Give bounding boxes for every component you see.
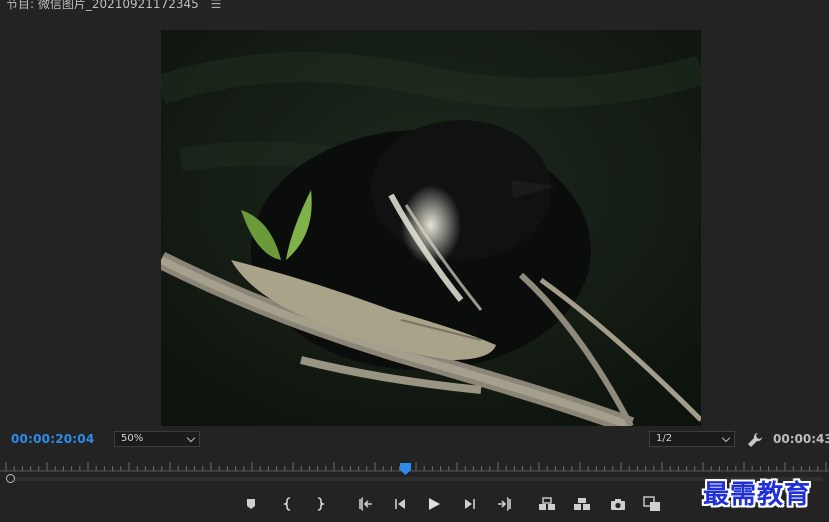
zoom-scroll-bar[interactable] [8,477,823,481]
time-ruler[interactable] [0,460,829,472]
export-frame-icon[interactable] [608,494,628,514]
current-timecode[interactable]: 00:00:20:04 [11,432,94,446]
program-monitor-viewer[interactable] [161,30,701,426]
go-to-in-icon[interactable] [356,494,376,514]
zoom-level-select[interactable]: 50% [114,431,200,447]
add-marker-icon[interactable] [241,494,261,514]
hamburger-menu-icon[interactable]: ☰ [211,0,222,11]
chevron-down-icon [186,433,196,443]
playhead-marker[interactable] [400,460,411,475]
watermark-logo: 最需教育 [703,480,812,510]
chevron-down-icon [721,433,731,443]
extract-icon[interactable] [572,494,592,514]
compare-view-icon[interactable] [642,494,662,514]
step-forward-icon[interactable] [460,494,480,514]
video-frame-image [161,30,701,426]
panel-title: 节目: 微信图片_20210921172345 [6,0,199,11]
step-back-icon[interactable] [390,494,410,514]
wrench-icon[interactable] [747,432,763,448]
resolution-value: 1/2 [656,433,673,444]
zoom-level-value: 50% [121,433,144,444]
duration-timecode: 00:00:43 [773,432,829,446]
mark-in-icon[interactable] [278,494,298,514]
panel-title-bar: 节目: 微信图片_20210921172345 ☰ [0,0,829,12]
mark-out-icon[interactable] [310,494,330,514]
play-icon[interactable] [424,494,444,514]
zoom-scroll-handle[interactable] [6,474,15,483]
go-to-out-icon[interactable] [494,494,514,514]
playback-resolution-select[interactable]: 1/2 [649,431,735,447]
lift-icon[interactable] [537,494,557,514]
